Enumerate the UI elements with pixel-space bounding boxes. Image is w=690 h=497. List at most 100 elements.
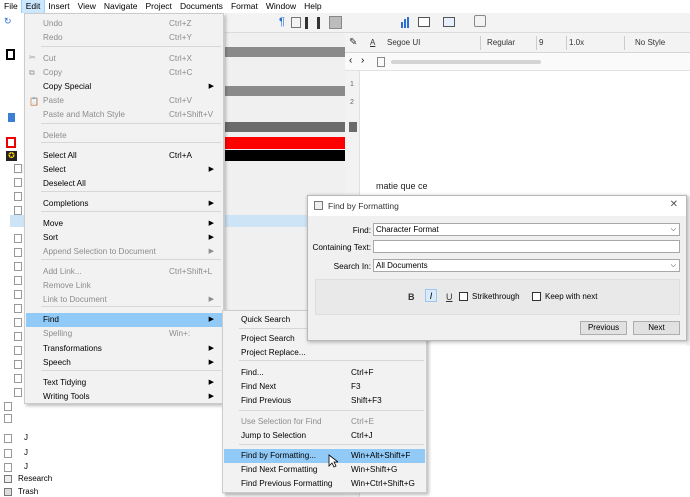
- menu-file[interactable]: File: [0, 0, 22, 13]
- edit-menu-item-writing-tools[interactable]: Writing Tools ▶: [26, 390, 222, 404]
- document-icon[interactable]: [14, 164, 22, 173]
- edit-menu-item-copy-special[interactable]: Copy Special ▶: [26, 80, 222, 94]
- search-icon[interactable]: [474, 15, 486, 27]
- edit-menu-item-paste-and-match-style[interactable]: Paste and Match Style Ctrl+Shift+V: [26, 108, 222, 122]
- format-icon[interactable]: [291, 17, 301, 28]
- find-menu-item-project-replace[interactable]: Project Replace...: [224, 346, 425, 360]
- edit-menu-item-paste[interactable]: Paste Ctrl+V: [26, 94, 222, 108]
- edit-menu-item-cut[interactable]: Cut Ctrl+X: [26, 52, 222, 66]
- menu-insert[interactable]: Insert: [44, 0, 73, 13]
- document-icon[interactable]: [14, 304, 22, 313]
- black-row-strip[interactable]: [225, 150, 345, 161]
- edit-menu-item-speech[interactable]: Speech ▶: [26, 356, 222, 370]
- refresh-icon[interactable]: ↻: [4, 16, 12, 27]
- row-strip[interactable]: [225, 47, 345, 57]
- edit-menu-item-select-all[interactable]: Select All Ctrl+A: [26, 149, 222, 163]
- document-icon[interactable]: [14, 276, 22, 285]
- find-menu-item-jump-to-selection[interactable]: Jump to Selection Ctrl+J: [224, 429, 425, 443]
- chart-icon[interactable]: [400, 16, 412, 28]
- find-menu-item-use-selection-for-find[interactable]: Use Selection for Find Ctrl+E: [224, 415, 425, 429]
- font-size-select[interactable]: 9: [539, 36, 567, 50]
- previous-button[interactable]: Previous: [580, 321, 627, 335]
- font-family-select[interactable]: Segoe UI: [383, 36, 481, 50]
- document-icon[interactable]: [14, 388, 22, 397]
- document-icon[interactable]: [14, 178, 22, 187]
- font-color-icon[interactable]: A: [370, 36, 375, 50]
- document-icon[interactable]: [14, 290, 22, 299]
- binder-blue-icon[interactable]: [8, 113, 15, 122]
- pen-icon[interactable]: ✎: [349, 36, 357, 50]
- edit-menu-item-select[interactable]: Select ▶: [26, 163, 222, 177]
- document-icon[interactable]: [14, 234, 22, 243]
- document-icon[interactable]: [4, 463, 12, 472]
- document-icon[interactable]: [14, 192, 22, 201]
- edit-menu-item-sort[interactable]: Sort ▶: [26, 231, 222, 245]
- binder-folder-icon[interactable]: [6, 49, 15, 60]
- red-row-strip[interactable]: [225, 137, 345, 149]
- document-icon[interactable]: [4, 402, 12, 411]
- find-menu-item-find-previous[interactable]: Find Previous Shift+F3: [224, 394, 425, 408]
- find-menu-item-find-next-formatting[interactable]: Find Next Formatting Win+Shift+G: [224, 463, 425, 477]
- find-menu-item-find-by-formatting[interactable]: Find by Formatting... Win+Alt+Shift+F: [224, 449, 425, 463]
- binder-item-research[interactable]: Research: [18, 474, 52, 483]
- forward-arrow-icon[interactable]: ›: [361, 55, 364, 66]
- document-icon[interactable]: [14, 248, 22, 257]
- document-icon[interactable]: [14, 318, 22, 327]
- bar-icon-2[interactable]: [317, 17, 320, 29]
- layout-icon[interactable]: [418, 17, 430, 27]
- menu-view[interactable]: View: [74, 0, 100, 13]
- strikethrough-checkbox[interactable]: [459, 292, 468, 301]
- bar-icon[interactable]: [305, 17, 308, 29]
- row-strip[interactable]: [225, 122, 345, 132]
- find-menu-item-find-next[interactable]: Find Next F3: [224, 380, 425, 394]
- paragraph-style-select[interactable]: No Style: [635, 36, 690, 50]
- edit-menu-item-deselect-all[interactable]: Deselect All: [26, 177, 222, 191]
- edit-menu-item-undo[interactable]: Undo Ctrl+Z: [26, 17, 222, 31]
- keep-with-next-checkbox[interactable]: [532, 292, 541, 301]
- search-in-select[interactable]: All Documents ⌵: [373, 259, 680, 272]
- menu-project[interactable]: Project: [141, 0, 175, 13]
- italic-button[interactable]: I: [425, 289, 437, 302]
- back-arrow-icon[interactable]: ‹: [349, 55, 352, 66]
- find-type-select[interactable]: Character Format ⌵: [373, 223, 680, 236]
- document-icon[interactable]: [14, 206, 22, 215]
- document-icon[interactable]: [4, 449, 12, 458]
- edit-menu-item-transformations[interactable]: Transformations ▶: [26, 342, 222, 356]
- menu-format[interactable]: Format: [227, 0, 262, 13]
- view-icon[interactable]: [443, 17, 455, 27]
- edit-menu-item-copy[interactable]: Copy Ctrl+C: [26, 66, 222, 80]
- edit-menu-item-remove-link[interactable]: Remove Link: [26, 279, 222, 293]
- document-icon[interactable]: [14, 374, 22, 383]
- line-spacing-select[interactable]: 1.0x: [569, 36, 625, 50]
- menu-window[interactable]: Window: [262, 0, 300, 13]
- close-icon[interactable]: ✕: [670, 199, 678, 210]
- find-menu-item-find[interactable]: Find... Ctrl+F: [224, 366, 425, 380]
- edit-menu-item-redo[interactable]: Redo Ctrl+Y: [26, 31, 222, 45]
- menu-help[interactable]: Help: [300, 0, 325, 13]
- binder-red-icon[interactable]: [6, 137, 16, 148]
- paragraph-icon[interactable]: ¶: [279, 16, 285, 28]
- document-icon[interactable]: [14, 332, 22, 341]
- notes-icon[interactable]: [329, 16, 342, 29]
- bold-button[interactable]: B: [408, 292, 415, 302]
- row-strip[interactable]: [225, 86, 345, 96]
- edit-menu-item-completions[interactable]: Completions ▶: [26, 197, 222, 211]
- binder-item-trash[interactable]: Trash: [18, 487, 38, 496]
- font-style-select[interactable]: Regular: [487, 36, 537, 50]
- next-button[interactable]: Next: [633, 321, 680, 335]
- document-icon[interactable]: [4, 434, 12, 443]
- edit-menu-item-add-link[interactable]: Add Link... Ctrl+Shift+L: [26, 265, 222, 279]
- edit-menu-item-find[interactable]: Find ▶: [26, 313, 222, 327]
- edit-menu-item-move[interactable]: Move ▶: [26, 217, 222, 231]
- document-icon[interactable]: [14, 360, 22, 369]
- underline-button[interactable]: U: [446, 292, 453, 302]
- menu-documents[interactable]: Documents: [176, 0, 227, 13]
- menu-edit[interactable]: Edit: [20, 0, 46, 14]
- document-icon[interactable]: [4, 414, 12, 423]
- edit-menu-item-delete[interactable]: Delete: [26, 129, 222, 143]
- menu-navigate[interactable]: Navigate: [100, 0, 142, 13]
- find-menu-item-find-previous-formatting[interactable]: Find Previous Formatting Win+Ctrl+Shift+G: [224, 477, 425, 491]
- document-icon[interactable]: [14, 262, 22, 271]
- containing-text-input[interactable]: [373, 240, 680, 253]
- star-icon[interactable]: ✪: [6, 151, 17, 161]
